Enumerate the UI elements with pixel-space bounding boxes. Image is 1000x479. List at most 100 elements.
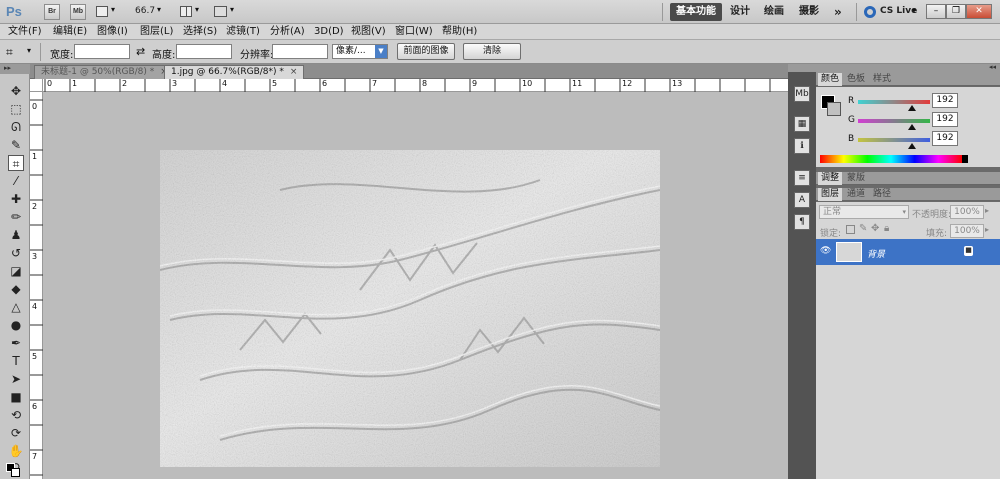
channel-g-thumb[interactable]	[908, 124, 916, 130]
tab-layers[interactable]: 图层	[818, 188, 843, 201]
crop-tool-preset-icon[interactable]: ⌗	[6, 45, 22, 59]
tab-color[interactable]: 颜色	[818, 73, 843, 86]
tab-channels[interactable]: 通道	[844, 188, 868, 201]
menu-file[interactable]: 文件(F)	[8, 25, 42, 39]
hand-tool-icon[interactable]: ✋	[8, 443, 24, 459]
menu-layer[interactable]: 图层(L)	[140, 25, 173, 39]
vertical-ruler[interactable]: 0 1 2 3 4 5 6 7	[30, 92, 43, 479]
bridge-button[interactable]: Br	[44, 4, 60, 20]
resolution-input[interactable]	[272, 44, 328, 59]
minimize-button[interactable]: –	[926, 4, 946, 19]
lasso-tool-icon[interactable]: ᘏ	[8, 119, 24, 135]
tool-preset-dropdown-icon[interactable]: ▾	[27, 46, 31, 55]
fill-input[interactable]: 100%	[950, 224, 984, 238]
mini-bridge-panel-icon[interactable]: Mb	[794, 86, 810, 102]
brush-tool-icon[interactable]: ✏	[8, 209, 24, 225]
quick-selection-tool-icon[interactable]: ✎	[8, 137, 24, 153]
restore-button[interactable]: ❐	[946, 4, 966, 19]
cs-live-dropdown-icon[interactable]: ▾	[912, 6, 916, 15]
menu-select[interactable]: 选择(S)	[183, 25, 217, 39]
tab-1-jpg[interactable]: 1.jpg @ 66.7%(RGB/8*) * ×	[164, 65, 305, 79]
view-extras-menu[interactable]: ▾	[96, 5, 122, 19]
rectangle-tool-icon[interactable]: ■	[8, 389, 24, 405]
tab-styles[interactable]: 样式	[870, 73, 894, 86]
black-swatch[interactable]	[962, 155, 968, 163]
ruler-origin[interactable]	[30, 79, 43, 92]
screen-mode-menu[interactable]: ▾	[214, 5, 242, 19]
menu-analysis[interactable]: 分析(A)	[270, 25, 305, 39]
channel-b-value[interactable]: 192	[932, 131, 958, 146]
channel-r-thumb[interactable]	[908, 105, 916, 111]
info-panel-icon[interactable]: ℹ	[794, 138, 810, 154]
opacity-dropdown-icon[interactable]: ▸	[985, 206, 989, 215]
tools-panel-header[interactable]: ▸▸	[0, 64, 30, 74]
collapsed-panels-header[interactable]	[788, 64, 816, 72]
menu-3d[interactable]: 3D(D)	[314, 25, 344, 39]
channel-r-slider[interactable]	[858, 100, 930, 104]
fill-dropdown-icon[interactable]: ▸	[985, 225, 989, 234]
eyedropper-tool-icon[interactable]: ⁄	[8, 173, 24, 189]
move-tool-icon[interactable]: ✥	[8, 83, 24, 99]
workspace-painting[interactable]: 绘画	[758, 3, 790, 21]
more-workspaces-icon[interactable]: »	[828, 3, 848, 21]
menu-help[interactable]: 帮助(H)	[442, 25, 477, 39]
horizontal-ruler[interactable]: 0 1 2 3 4 5 6 7 8 9 10 11 12 13	[43, 79, 788, 92]
background-color-swatch[interactable]	[11, 468, 20, 477]
tab-paths[interactable]: 路径	[870, 188, 894, 201]
zoom-level[interactable]: 66.7	[135, 6, 155, 16]
menu-window[interactable]: 窗口(W)	[395, 25, 433, 39]
3d-orbit-tool-icon[interactable]: ⟳	[8, 425, 24, 441]
front-image-button[interactable]: 前面的图像	[397, 43, 455, 60]
menu-edit[interactable]: 编辑(E)	[53, 25, 87, 39]
lock-image-pixels-icon[interactable]: ✎	[859, 223, 867, 234]
width-input[interactable]	[74, 44, 130, 59]
channel-g-slider[interactable]	[858, 119, 930, 123]
zoom-dropdown-icon[interactable]: ▾	[157, 5, 161, 14]
menu-image[interactable]: 图像(I)	[97, 25, 128, 39]
paragraph-panel-icon[interactable]: ¶	[794, 214, 810, 230]
layer-visibility-eye-icon[interactable]: 👁︎	[820, 246, 832, 257]
document-image[interactable]	[160, 150, 660, 467]
blend-mode-select[interactable]: 正常 ▾	[819, 205, 909, 219]
blur-tool-icon[interactable]: △	[8, 299, 24, 315]
dodge-tool-icon[interactable]: ●	[8, 317, 24, 333]
3d-rotate-tool-icon[interactable]: ⟲	[8, 407, 24, 423]
menu-filter[interactable]: 滤镜(T)	[226, 25, 260, 39]
tab-masks[interactable]: 蒙版	[844, 172, 868, 185]
cs-live-icon[interactable]	[864, 6, 876, 18]
layer-name[interactable]: 背景	[867, 247, 885, 260]
history-brush-tool-icon[interactable]: ↺	[8, 245, 24, 261]
panel-dock-header[interactable]: ◂◂	[816, 63, 1000, 73]
channel-g-value[interactable]: 192	[932, 112, 958, 127]
close-tab-icon[interactable]: ×	[290, 67, 298, 77]
workspace-design[interactable]: 设计	[724, 3, 756, 21]
tab-adjustments[interactable]: 调整	[818, 172, 843, 185]
channel-b-slider[interactable]	[858, 138, 930, 142]
pen-tool-icon[interactable]: ✒	[8, 335, 24, 351]
swap-dimensions-icon[interactable]: ⇄	[136, 45, 145, 58]
paint-bucket-tool-icon[interactable]: ◆	[8, 281, 24, 297]
blend-mode-dropdown-icon[interactable]: ▾	[902, 206, 906, 218]
arrange-documents-menu[interactable]: ▾	[180, 5, 208, 19]
lock-position-icon[interactable]: ✥	[871, 223, 879, 234]
opacity-input[interactable]: 100%	[950, 205, 984, 219]
channel-b-thumb[interactable]	[908, 143, 916, 149]
path-selection-tool-icon[interactable]: ➤	[8, 371, 24, 387]
mini-bridge-button[interactable]: Mb	[70, 4, 86, 20]
lock-transparent-pixels-icon[interactable]	[846, 225, 855, 234]
history-panel-icon[interactable]: ▦	[794, 116, 810, 132]
clear-button[interactable]: 清除	[463, 43, 521, 60]
workspace-photography[interactable]: 摄影	[793, 3, 825, 21]
channel-r-value[interactable]: 192	[932, 93, 958, 108]
tab-swatches[interactable]: 色板	[844, 73, 868, 86]
menu-view[interactable]: 视图(V)	[351, 25, 386, 39]
spot-healing-tool-icon[interactable]: ✚	[8, 191, 24, 207]
crop-tool-icon[interactable]: ⌗	[8, 155, 24, 171]
type-tool-icon[interactable]: T	[8, 353, 24, 369]
resolution-unit-select[interactable]: 像素/... ▼	[332, 44, 388, 59]
unit-dropdown-icon[interactable]: ▼	[375, 45, 387, 58]
height-input[interactable]	[176, 44, 232, 59]
lock-all-icon[interactable]: 🔒︎	[884, 223, 889, 234]
brush-presets-icon[interactable]: ≡	[794, 170, 810, 186]
layer-thumbnail[interactable]	[836, 242, 862, 262]
